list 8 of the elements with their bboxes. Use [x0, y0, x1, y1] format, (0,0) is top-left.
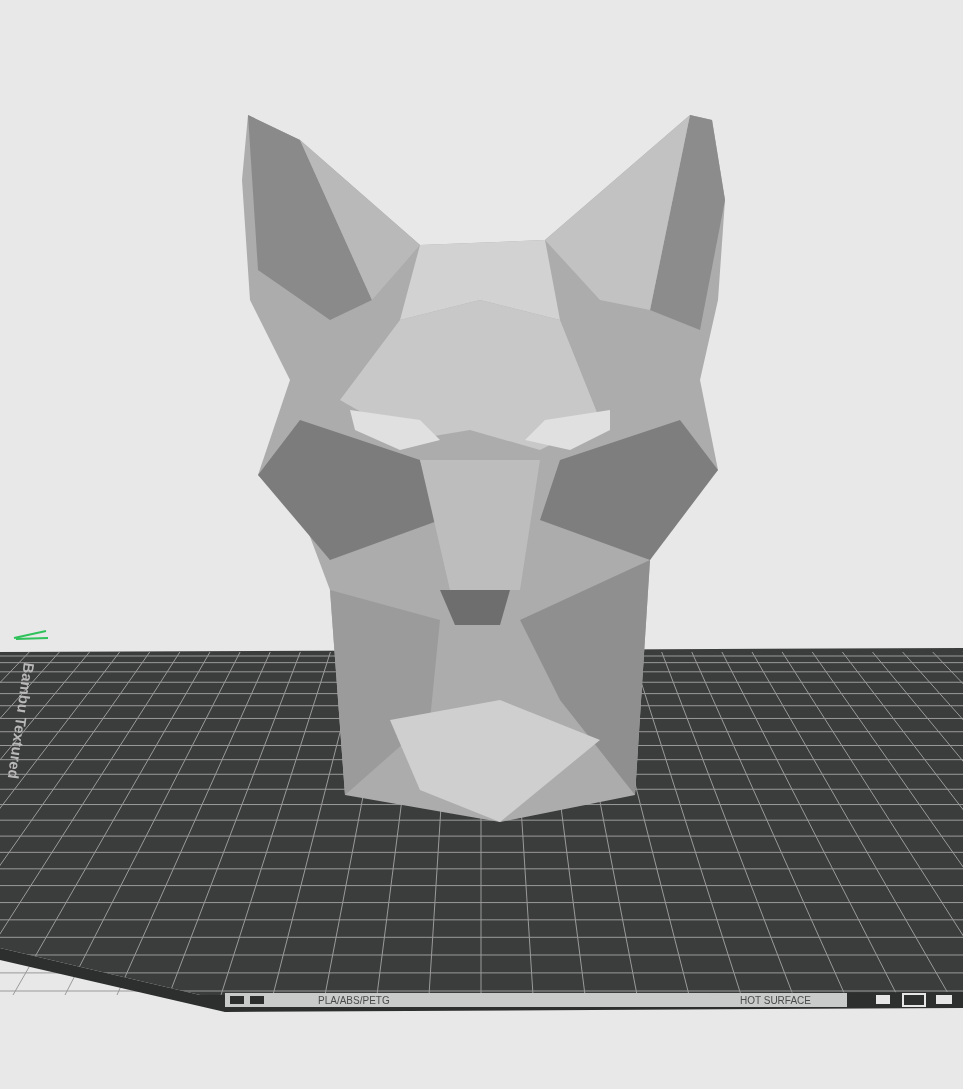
warning-text: HOT SURFACE [740, 995, 811, 1006]
plate-frame-icon [902, 993, 926, 1007]
plate-marker-icon [936, 995, 952, 1004]
plate-icon [230, 996, 264, 1004]
axis-marker-icon [13, 630, 49, 640]
plate-name-text: Bambu Textured [4, 661, 38, 781]
plate-materials-text: PLA/ABS/PETG [318, 995, 390, 1006]
plate-marker-icon [876, 995, 890, 1004]
